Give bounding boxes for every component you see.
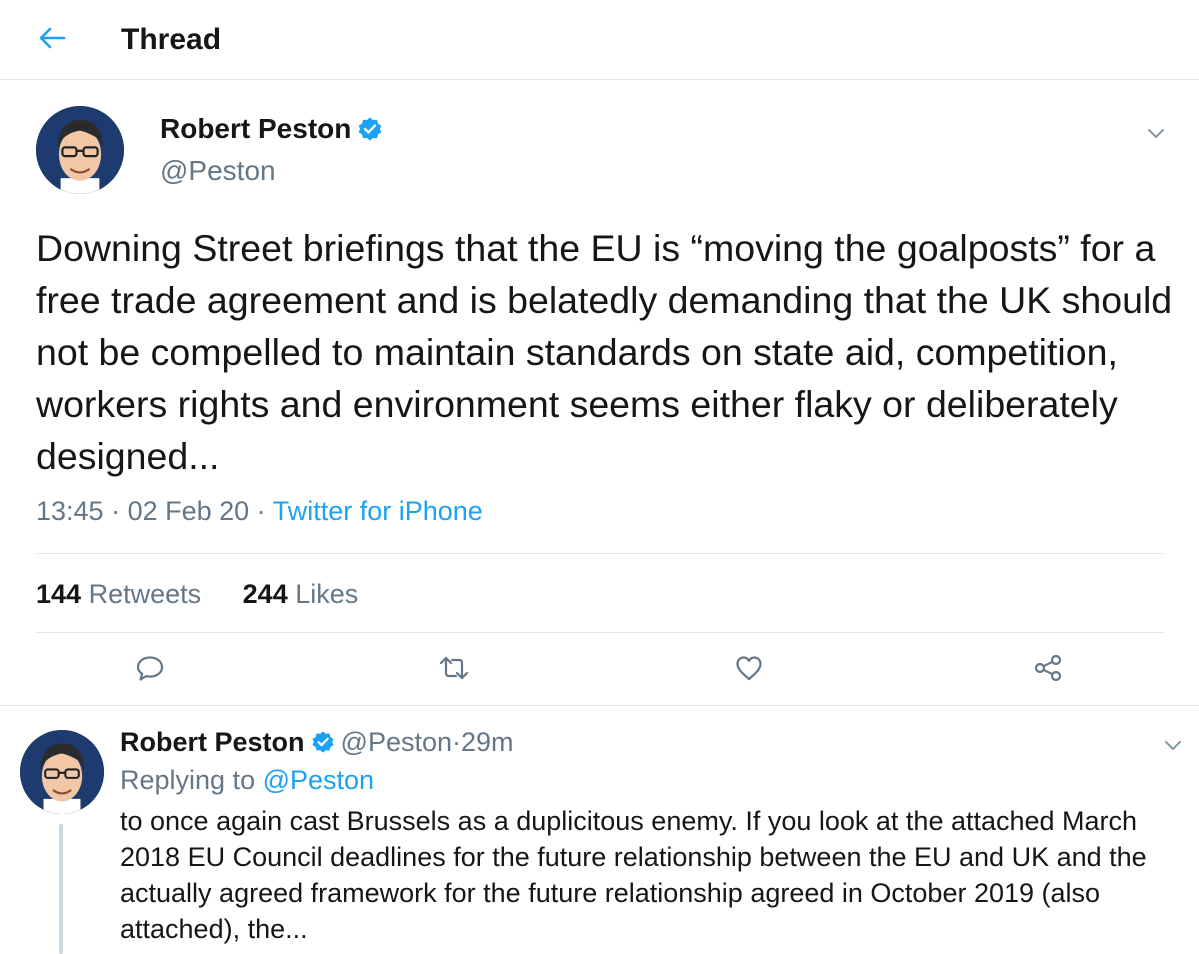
reply-header: Robert Peston @Peston · 29m [120,724,514,760]
separator-dot: · [103,496,128,526]
replying-to: Replying to @Peston [120,762,374,798]
likes-count: 244 [242,579,288,609]
tweet-source-link[interactable]: Twitter for iPhone [273,496,483,526]
reply-tweet-text: to once again cast Brussels as a duplici… [120,806,1147,944]
tweet-options-button[interactable] [1144,121,1168,145]
top-bar: Thread [0,0,1199,80]
author-name-text: Robert Peston [160,113,352,144]
tweet-options-button[interactable] [1161,733,1185,757]
chevron-down-icon [1161,741,1185,761]
retweets-label: Retweets [88,579,202,609]
share-button[interactable] [1030,652,1066,688]
retweets-stat[interactable]: 144 Retweets [36,576,201,612]
likes-stat[interactable]: 244 Likes [243,576,359,612]
verified-badge-icon [311,730,335,754]
like-button[interactable] [731,652,767,688]
author-name[interactable]: Robert Peston [160,112,383,146]
tweet-time: 13:45 [36,496,104,526]
likes-label: Likes [295,579,359,609]
tweet-stats: 144 Retweets 244 Likes [36,576,392,612]
tweet-date: 02 Feb 20 [127,496,250,526]
back-button[interactable] [34,22,70,58]
chevron-down-icon [1144,129,1168,149]
tweet-meta: 13:45 · 02 Feb 20 · Twitter for iPhone [36,494,483,528]
avatar[interactable] [20,730,104,814]
thread-connector-line [59,824,63,954]
share-icon [1032,653,1064,688]
tweet-text: Downing Street briefings that the EU is … [36,227,1173,477]
replying-to-label: Replying to [120,765,256,795]
reply-author-name[interactable]: Robert Peston [120,724,305,760]
avatar[interactable] [36,106,124,194]
reply-author-handle[interactable]: @Peston [341,724,452,760]
retweet-button[interactable] [436,652,472,688]
retweets-count: 144 [36,579,82,609]
divider [0,705,1199,706]
divider [36,632,1164,633]
reply-icon [135,653,165,688]
reply-button[interactable] [132,652,168,688]
replying-to-mention[interactable]: @Peston [263,765,374,795]
divider [36,553,1164,554]
page-title: Thread [121,23,222,56]
like-icon [734,653,764,688]
author-handle[interactable]: @Peston [160,154,276,188]
separator-dot: · [249,496,273,526]
verified-badge-icon [357,116,383,142]
reply-time: 29m [461,727,514,757]
retweet-icon [438,653,470,688]
separator-dot: · [452,727,461,757]
arrow-left-icon [37,26,67,55]
